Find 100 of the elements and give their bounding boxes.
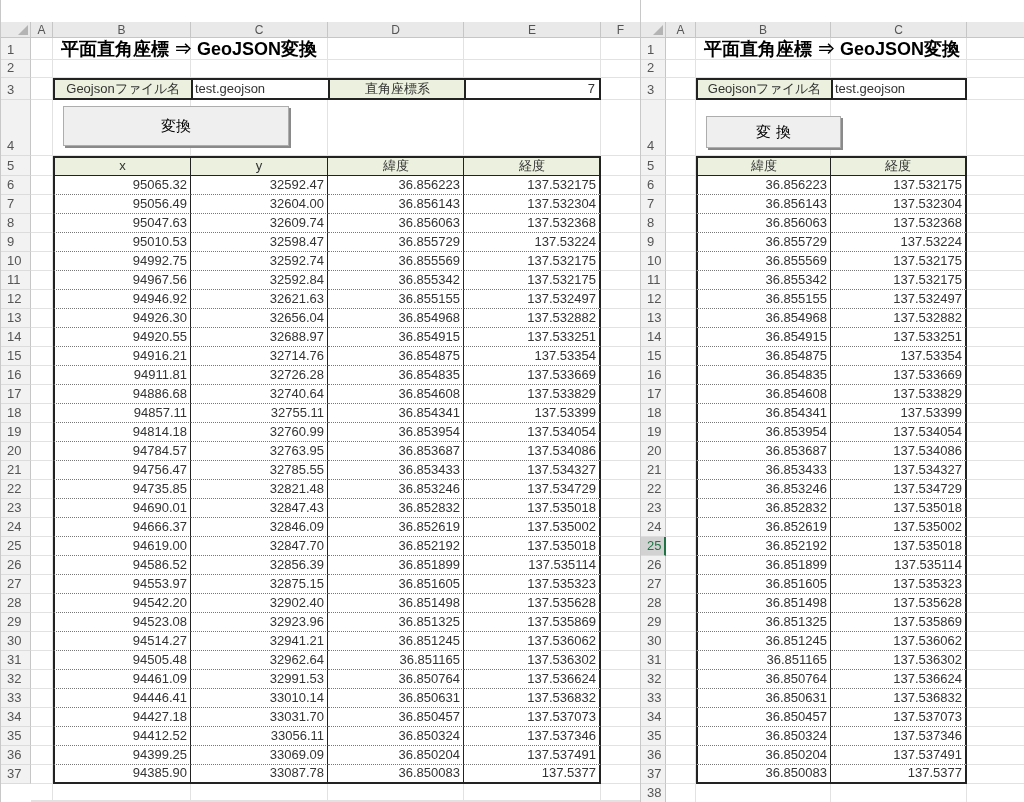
row-number[interactable]: 34 — [1, 708, 31, 727]
row-number[interactable]: 16 — [641, 366, 666, 385]
row-number[interactable]: 10 — [641, 252, 666, 271]
row-number[interactable]: 26 — [1, 556, 31, 575]
row-number[interactable]: 13 — [1, 309, 31, 328]
row-number[interactable]: 18 — [1, 404, 31, 423]
table-cell: 137.532368 — [464, 214, 601, 233]
row-number[interactable]: 26 — [641, 556, 666, 575]
row-number[interactable]: 2 — [641, 60, 666, 78]
row-number[interactable]: 23 — [1, 499, 31, 518]
row-number[interactable]: 18 — [641, 404, 666, 423]
row-number[interactable]: 38 — [641, 784, 666, 802]
row-number[interactable]: 6 — [641, 176, 666, 195]
row-number[interactable]: 22 — [1, 480, 31, 499]
table-cell: 94412.52 — [53, 727, 191, 746]
row-number[interactable]: 30 — [641, 632, 666, 651]
row-number[interactable]: 14 — [641, 328, 666, 347]
column-letter[interactable]: B — [53, 22, 191, 38]
row-number[interactable]: 10 — [1, 252, 31, 271]
row-number[interactable]: 22 — [641, 480, 666, 499]
select-all-icon[interactable] — [653, 25, 663, 35]
row-number[interactable]: 32 — [641, 670, 666, 689]
row-number[interactable]: 8 — [1, 214, 31, 233]
row-number[interactable]: 36 — [641, 746, 666, 765]
row-number[interactable]: 12 — [1, 290, 31, 309]
row-number[interactable]: 1 — [1, 38, 31, 60]
table-cell: 36.850083 — [328, 765, 464, 784]
convert-button[interactable]: 変換 — [63, 106, 289, 146]
row-number[interactable]: 32 — [1, 670, 31, 689]
table-cell: 36.851325 — [696, 613, 831, 632]
row-number[interactable]: 17 — [1, 385, 31, 404]
table-cell: 32604.00 — [191, 195, 328, 214]
column-letter[interactable]: A — [666, 22, 696, 38]
row-number[interactable]: 31 — [1, 651, 31, 670]
row-number[interactable]: 5 — [1, 156, 31, 176]
row-number[interactable]: 15 — [1, 347, 31, 366]
row-number[interactable]: 28 — [641, 594, 666, 613]
row-number[interactable]: 4 — [641, 100, 666, 156]
row-number[interactable]: 25 — [1, 537, 31, 556]
row-number[interactable]: 3 — [1, 78, 31, 100]
row-number[interactable]: 8 — [641, 214, 666, 233]
row-number[interactable]: 35 — [1, 727, 31, 746]
column-letter[interactable]: F — [601, 22, 640, 38]
row-number[interactable]: 12 — [641, 290, 666, 309]
row-number[interactable]: 24 — [1, 518, 31, 537]
row-number[interactable]: 20 — [641, 442, 666, 461]
table-cell: 32592.74 — [191, 252, 328, 271]
table-cell: 32902.40 — [191, 594, 328, 613]
row-number[interactable]: 4 — [1, 100, 31, 156]
row-number[interactable]: 29 — [641, 613, 666, 632]
column-letter[interactable]: C — [191, 22, 328, 38]
row-number[interactable]: 13 — [641, 309, 666, 328]
table-cell: 32763.95 — [191, 442, 328, 461]
row-number[interactable]: 7 — [1, 195, 31, 214]
convert-button[interactable]: 変 換 — [706, 116, 841, 148]
row-number[interactable]: 1 — [641, 38, 666, 60]
row-number[interactable]: 11 — [641, 271, 666, 290]
column-header: y — [191, 156, 328, 176]
row-number[interactable]: 27 — [641, 575, 666, 594]
row-number[interactable]: 11 — [1, 271, 31, 290]
row-number[interactable]: 21 — [641, 461, 666, 480]
row-number[interactable]: 15 — [641, 347, 666, 366]
row-number[interactable]: 23 — [641, 499, 666, 518]
row-number[interactable]: 31 — [641, 651, 666, 670]
select-all-icon[interactable] — [18, 25, 28, 35]
row-number[interactable]: 35 — [641, 727, 666, 746]
row-number[interactable]: 27 — [1, 575, 31, 594]
row-number[interactable]: 3 — [641, 78, 666, 100]
row-number[interactable]: 33 — [1, 689, 31, 708]
row-number[interactable]: 24 — [641, 518, 666, 537]
column-letter[interactable]: B — [696, 22, 831, 38]
row-number[interactable]: 2 — [1, 60, 31, 78]
table-cell: 94911.81 — [53, 366, 191, 385]
column-letter[interactable]: A — [31, 22, 53, 38]
row-number[interactable]: 16 — [1, 366, 31, 385]
row-number[interactable]: 37 — [641, 765, 666, 784]
row-number[interactable]: 28 — [1, 594, 31, 613]
row-number[interactable]: 25 — [641, 537, 666, 556]
row-number[interactable]: 37 — [1, 765, 31, 784]
table-cell: 36.850204 — [696, 746, 831, 765]
row-number[interactable]: 17 — [641, 385, 666, 404]
column-letter[interactable]: D — [328, 22, 464, 38]
row-number[interactable]: 19 — [641, 423, 666, 442]
row-number[interactable]: 36 — [1, 746, 31, 765]
row-number[interactable]: 5 — [641, 156, 666, 176]
row-number[interactable]: 19 — [1, 423, 31, 442]
row-number[interactable]: 9 — [1, 233, 31, 252]
row-number[interactable]: 21 — [1, 461, 31, 480]
row-number[interactable]: 7 — [641, 195, 666, 214]
table-cell: 94446.41 — [53, 689, 191, 708]
row-number[interactable]: 34 — [641, 708, 666, 727]
row-number[interactable]: 33 — [641, 689, 666, 708]
row-number[interactable]: 6 — [1, 176, 31, 195]
row-number[interactable]: 29 — [1, 613, 31, 632]
row-number[interactable]: 20 — [1, 442, 31, 461]
column-letter[interactable]: E — [464, 22, 601, 38]
column-letter[interactable]: C — [831, 22, 967, 38]
row-number[interactable]: 30 — [1, 632, 31, 651]
row-number[interactable]: 14 — [1, 328, 31, 347]
row-number[interactable]: 9 — [641, 233, 666, 252]
